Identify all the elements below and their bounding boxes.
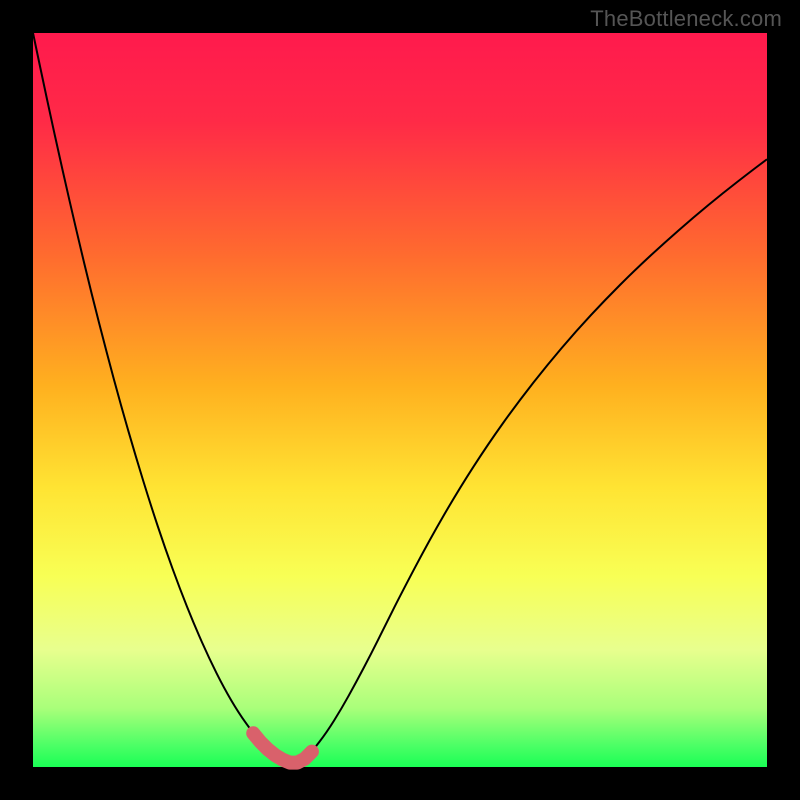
highlight-marker: [253, 733, 312, 762]
outer-frame: TheBottleneck.com: [0, 0, 800, 800]
bottleneck-curve: [33, 33, 767, 763]
plot-area: [33, 33, 767, 767]
chart-svg: [33, 33, 767, 767]
watermark-text: TheBottleneck.com: [590, 6, 782, 32]
